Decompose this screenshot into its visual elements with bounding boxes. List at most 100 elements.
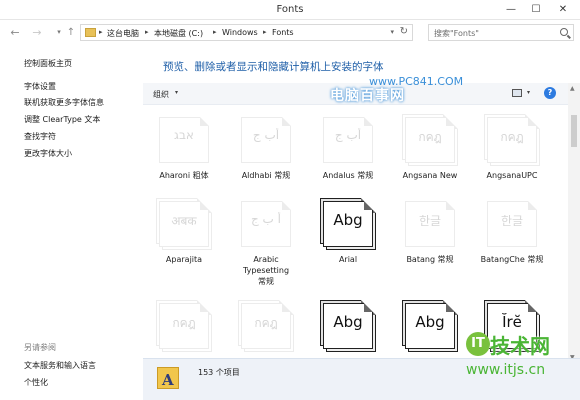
font-tile[interactable]: กคฎ Angsana New	[389, 111, 471, 193]
control-panel-home-link[interactable]: 控制面板主页	[24, 58, 72, 69]
maximize-button[interactable]: ☐	[525, 2, 547, 17]
font-name: Aparajita	[165, 255, 203, 264]
folder-icon	[85, 28, 96, 37]
address-dropdown-icon[interactable]: ▾	[390, 28, 394, 36]
watermark-badge: IT	[466, 332, 490, 356]
title-bar: Fonts — ☐ ✕	[0, 0, 580, 20]
font-sample: Abg	[333, 313, 363, 331]
window-title: Fonts	[276, 4, 304, 15]
chevron-right-icon[interactable]: ▸	[263, 28, 267, 36]
page-fold-icon	[282, 117, 291, 126]
font-tile[interactable]: 한글 Batang 常规	[389, 195, 471, 277]
font-tile[interactable]: Abg Arial	[307, 195, 389, 277]
page-fold-icon	[528, 201, 537, 210]
page-fold-icon	[364, 201, 373, 210]
change-font-size-link[interactable]: 更改字体大小	[24, 148, 72, 159]
page-fold-icon	[200, 303, 209, 312]
font-sample: กคฎ	[418, 130, 442, 144]
page-fold-icon	[528, 303, 537, 312]
see-also-heading: 另请参阅	[24, 343, 56, 352]
chevron-right-icon[interactable]: ▸	[145, 28, 149, 36]
watermark-url-bottom: www.itjs.cn	[466, 362, 546, 378]
scroll-up-arrow-icon[interactable]: ▲	[570, 85, 575, 92]
font-tile[interactable]: أب ج Andalus 常规	[307, 111, 389, 193]
page-fold-icon	[200, 117, 209, 126]
font-name: Batang 常规	[406, 255, 454, 264]
watermark-title: 技术网	[490, 334, 550, 358]
font-name: Andalus 常规	[322, 171, 374, 180]
font-sample: 한글	[418, 214, 442, 228]
page-fold-icon	[446, 117, 455, 126]
fonts-folder-icon: A	[157, 367, 179, 389]
font-name: Arabic Typesetting 常规	[242, 255, 290, 286]
font-sample: Abg	[333, 211, 363, 229]
breadcrumb-fonts[interactable]: Fonts	[272, 28, 294, 37]
font-sample: Abg	[415, 313, 445, 331]
font-tile[interactable]: אבג Aharoni 粗体	[143, 111, 225, 193]
page-fold-icon	[364, 117, 373, 126]
breadcrumb-this-pc[interactable]: 这台电脑	[107, 28, 139, 39]
page-fold-icon	[528, 117, 537, 126]
navigation-bar: ← → ▾ ↑ ▸ 这台电脑 ▸ 本地磁盘 (C:) ▸ Windows ▸ F…	[0, 20, 580, 45]
page-fold-icon	[282, 201, 291, 210]
chevron-right-icon[interactable]: ▸	[213, 28, 217, 36]
page-fold-icon	[200, 201, 209, 210]
left-pane: 控制面板主页 字体设置 联机获取更多字体信息 调整 ClearType 文本 查…	[0, 45, 143, 400]
back-button[interactable]: ←	[8, 26, 22, 40]
fonts-folder-letter: A	[162, 371, 174, 389]
font-sample: กคฎ	[172, 316, 196, 330]
font-sample: أ ب ج	[250, 212, 281, 226]
help-icon[interactable]: ?	[544, 87, 556, 99]
font-tile[interactable]: 한글 BatangChe 常规	[471, 195, 553, 277]
adjust-cleartype-link[interactable]: 调整 ClearType 文本	[24, 114, 100, 125]
font-sample: अबक	[171, 214, 197, 228]
text-services-link[interactable]: 文本服务和输入语言	[24, 360, 96, 371]
refresh-icon[interactable]: ↻	[400, 26, 408, 37]
chevron-right-icon[interactable]: ▸	[99, 28, 103, 36]
search-icon[interactable]	[560, 28, 568, 36]
search-input[interactable]: 搜索"Fonts"	[428, 24, 574, 41]
view-options-icon[interactable]	[512, 89, 522, 97]
font-name: Aldhabi 常规	[241, 171, 291, 180]
address-bar[interactable]: ▸ 这台电脑 ▸ 本地磁盘 (C:) ▸ Windows ▸ Fonts ▾ ↻	[80, 24, 413, 41]
font-sample: กคฎ	[254, 316, 278, 330]
organize-button[interactable]: 组织	[153, 89, 169, 100]
page-title: 预览、删除或者显示和隐藏计算机上安装的字体	[163, 61, 384, 73]
personalization-link[interactable]: 个性化	[24, 377, 48, 388]
minimize-button[interactable]: —	[500, 2, 522, 17]
scroll-thumb[interactable]	[571, 115, 577, 147]
font-settings-link[interactable]: 字体设置	[24, 81, 56, 92]
watermark-text-top: 电脑百事网	[330, 88, 405, 104]
font-name: Arial	[338, 255, 358, 264]
font-sample: 한글	[500, 214, 524, 228]
font-sample: กคฎ	[500, 130, 524, 144]
item-count: 153 个项目	[198, 368, 240, 377]
font-tile[interactable]: अबक Aparajita	[143, 195, 225, 277]
page-fold-icon	[446, 303, 455, 312]
font-name: Aharoni 粗体	[159, 171, 209, 180]
chevron-down-icon[interactable]: ▾	[175, 89, 178, 96]
up-button[interactable]: ↑	[64, 26, 78, 40]
font-tile[interactable]: أب ج Aldhabi 常规	[225, 111, 307, 193]
font-sample: Ĭrĕ	[502, 313, 522, 331]
page-fold-icon	[364, 303, 373, 312]
font-sample: أب ج	[334, 128, 362, 142]
search-placeholder: 搜索"Fonts"	[434, 29, 479, 38]
font-tile[interactable]: أ ب ج Arabic Typesetting 常规	[225, 195, 307, 286]
close-button[interactable]: ✕	[552, 2, 574, 17]
font-name: BatangChe 常规	[480, 255, 544, 264]
font-name: AngsanaUPC	[486, 171, 538, 180]
font-sample: אבג	[174, 128, 194, 142]
view-dropdown-icon[interactable]: ▾	[527, 89, 530, 96]
page-fold-icon	[446, 201, 455, 210]
find-character-link[interactable]: 查找字符	[24, 131, 56, 142]
font-sample: أب ج	[252, 128, 280, 142]
vertical-scrollbar[interactable]: ▲ ▼	[568, 83, 580, 363]
breadcrumb-windows[interactable]: Windows	[222, 28, 258, 37]
font-tile[interactable]: กคฎ AngsanaUPC	[471, 111, 553, 193]
font-name: Angsana New	[402, 171, 458, 180]
forward-button[interactable]: →	[30, 26, 44, 40]
breadcrumb-local-disk[interactable]: 本地磁盘 (C:)	[154, 28, 203, 39]
page-fold-icon	[282, 303, 291, 312]
get-font-info-online-link[interactable]: 联机获取更多字体信息	[24, 97, 104, 108]
